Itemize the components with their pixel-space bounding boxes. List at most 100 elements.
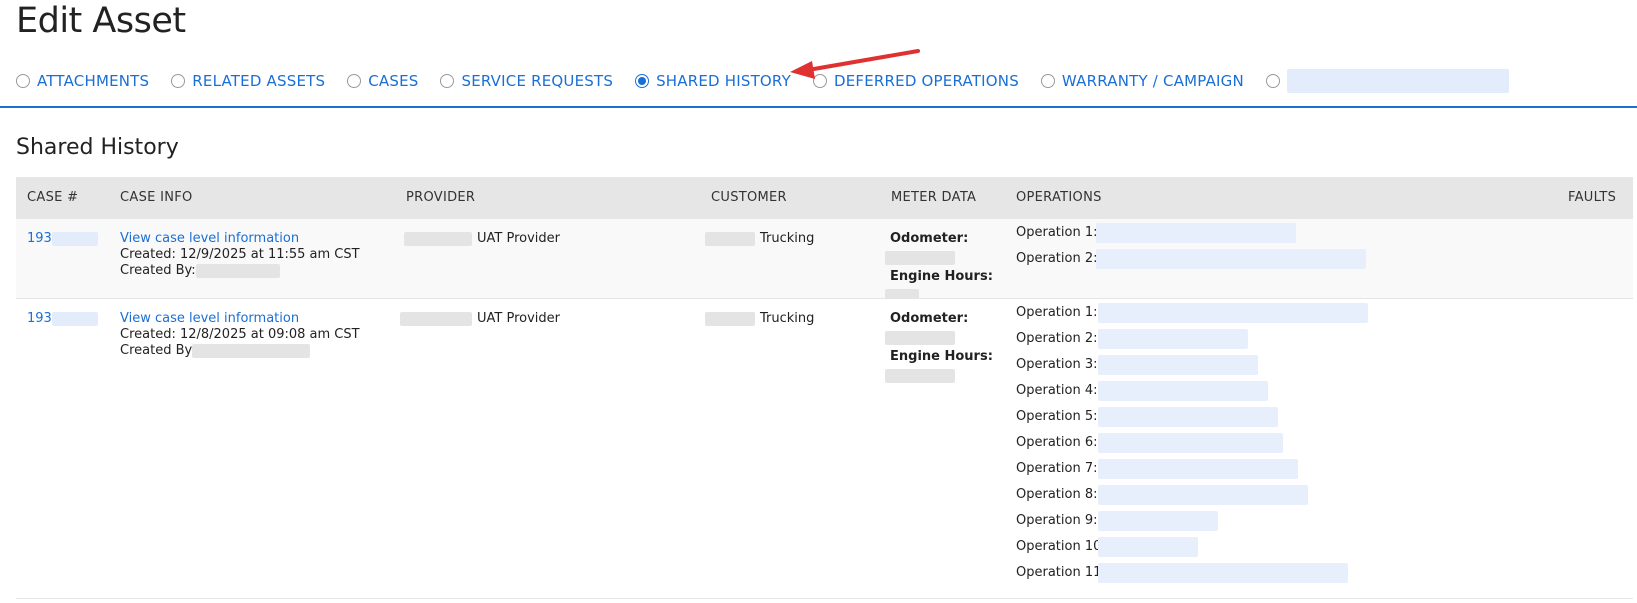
provider-name: UAT Provider bbox=[477, 311, 560, 326]
tab-label: RELATED ASSETS bbox=[192, 72, 326, 90]
radio-icon[interactable] bbox=[171, 74, 186, 88]
redacted-operation bbox=[1098, 433, 1283, 453]
meter-data: Odometer: Engine Hours: bbox=[885, 231, 993, 302]
column-header-case-info: CASE INFO bbox=[120, 190, 193, 205]
redacted-operation bbox=[1098, 485, 1308, 505]
column-header-case: CASE # bbox=[27, 190, 79, 205]
redacted-operation bbox=[1098, 381, 1268, 401]
redacted-operation bbox=[1098, 303, 1368, 323]
table-row: 193 View case level information Created:… bbox=[16, 219, 1633, 302]
radio-icon[interactable] bbox=[812, 74, 827, 88]
table-row: 193 View case level information Created:… bbox=[16, 299, 1633, 599]
operation-label: Operation 6: bbox=[1016, 435, 1098, 450]
case-info: View case level information Created: 12/… bbox=[120, 231, 360, 279]
redacted-operation bbox=[1096, 223, 1296, 243]
odometer-label: Odometer: bbox=[890, 231, 969, 246]
tab-service-requests[interactable]: SERVICE REQUESTS bbox=[440, 72, 613, 90]
operation-item: Operation 7: bbox=[1016, 459, 1097, 479]
table-header: CASE # CASE INFO PROVIDER CUSTOMER METER… bbox=[16, 177, 1633, 219]
redacted-created-by bbox=[192, 343, 311, 358]
redacted-engine-hours bbox=[885, 369, 955, 383]
tab-redacted[interactable] bbox=[1265, 69, 1509, 93]
engine-hours-label: Engine Hours: bbox=[890, 349, 993, 364]
shared-history-table: CASE # CASE INFO PROVIDER CUSTOMER METER… bbox=[16, 177, 1633, 599]
provider: UAT Provider bbox=[404, 231, 560, 247]
column-header-provider: PROVIDER bbox=[406, 190, 476, 205]
tab-label: CASES bbox=[368, 72, 419, 90]
tab-deferred-operations[interactable]: DEFERRED OPERATIONS bbox=[812, 72, 1019, 90]
annotation-arrow-icon bbox=[790, 49, 920, 79]
redacted-operation bbox=[1098, 563, 1348, 583]
operation-label: Operation 7: bbox=[1016, 461, 1098, 476]
operations-list: Operation 1: Operation 2: Operation 3: O… bbox=[1016, 303, 1416, 593]
redacted-operation bbox=[1098, 537, 1198, 557]
redacted-operation bbox=[1098, 511, 1218, 531]
operation-label: Operation 1: bbox=[1016, 305, 1098, 320]
tab-label: WARRANTY / CAMPAIGN bbox=[1061, 72, 1244, 90]
operation-label: Operation 11: bbox=[1016, 565, 1106, 580]
radio-icon[interactable] bbox=[347, 74, 362, 88]
created-text: Created: 12/8/2025 at 09:08 am CST bbox=[120, 327, 360, 342]
case-info: View case level information Created: 12/… bbox=[120, 311, 360, 359]
operations-list: Operation 1: Operation 2: bbox=[1016, 223, 1416, 283]
column-header-meter-data: METER DATA bbox=[891, 190, 977, 205]
odometer-label: Odometer: bbox=[890, 311, 969, 326]
operation-item: Operation 2: bbox=[1016, 329, 1097, 349]
radio-selected-icon[interactable] bbox=[635, 74, 650, 88]
operation-label: Operation 9: bbox=[1016, 513, 1098, 528]
engine-hours-label: Engine Hours: bbox=[890, 269, 993, 284]
redacted-operation bbox=[1098, 459, 1298, 479]
redacted-operation bbox=[1098, 329, 1248, 349]
created-text: Created: 12/9/2025 at 11:55 am CST bbox=[120, 247, 360, 262]
view-case-info-link[interactable]: View case level information bbox=[120, 311, 360, 327]
operation-label: Operation 10 bbox=[1016, 539, 1102, 554]
redacted-created-by bbox=[195, 263, 280, 278]
redacted-provider bbox=[400, 311, 472, 326]
radio-icon[interactable] bbox=[1265, 74, 1280, 88]
tab-bar: ATTACHMENTS RELATED ASSETS CASES SERVICE… bbox=[16, 68, 1531, 94]
section-title: Shared History bbox=[16, 135, 179, 160]
tab-cases[interactable]: CASES bbox=[347, 72, 418, 90]
redacted-provider bbox=[404, 231, 472, 246]
redacted-operation bbox=[1096, 249, 1366, 269]
case-number-link[interactable]: 193 bbox=[27, 231, 52, 246]
operation-label: Operation 2: bbox=[1016, 331, 1098, 346]
tab-label: SERVICE REQUESTS bbox=[461, 72, 614, 90]
provider-name: UAT Provider bbox=[477, 231, 560, 246]
tab-label: ATTACHMENTS bbox=[37, 72, 150, 90]
redacted-case-number bbox=[51, 311, 98, 326]
tab-divider bbox=[0, 106, 1637, 108]
customer: Trucking bbox=[705, 311, 814, 327]
case-number[interactable]: 193 bbox=[27, 311, 98, 327]
radio-icon[interactable] bbox=[1040, 74, 1055, 88]
operation-item: Operation 10 bbox=[1016, 537, 1101, 557]
tab-shared-history[interactable]: SHARED HISTORY bbox=[635, 72, 791, 90]
operation-item: Operation 2: bbox=[1016, 249, 1097, 269]
column-header-operations: OPERATIONS bbox=[1016, 190, 1102, 205]
tab-attachments[interactable]: ATTACHMENTS bbox=[16, 72, 149, 90]
case-number-link[interactable]: 193 bbox=[27, 311, 52, 326]
operation-label: Operation 8: bbox=[1016, 487, 1098, 502]
operation-item: Operation 4: bbox=[1016, 381, 1097, 401]
tab-related-assets[interactable]: RELATED ASSETS bbox=[171, 72, 325, 90]
operation-label: Operation 3: bbox=[1016, 357, 1098, 372]
radio-icon[interactable] bbox=[440, 74, 455, 88]
tab-warranty-campaign[interactable]: WARRANTY / CAMPAIGN bbox=[1040, 72, 1244, 90]
provider: UAT Provider bbox=[400, 311, 560, 327]
radio-icon[interactable] bbox=[16, 74, 30, 88]
case-number[interactable]: 193 bbox=[27, 231, 98, 247]
redacted-tab-label bbox=[1286, 69, 1509, 93]
view-case-info-link[interactable]: View case level information bbox=[120, 231, 360, 247]
redacted-odometer bbox=[885, 331, 955, 345]
operation-item: Operation 1: bbox=[1016, 303, 1097, 323]
redacted-customer bbox=[705, 311, 755, 326]
operation-item: Operation 9: bbox=[1016, 511, 1097, 531]
redacted-odometer bbox=[885, 251, 955, 265]
operation-item: Operation 6: bbox=[1016, 433, 1097, 453]
operation-item: Operation 8: bbox=[1016, 485, 1097, 505]
tab-label: DEFERRED OPERATIONS bbox=[833, 72, 1019, 90]
column-header-faults: FAULTS bbox=[1568, 190, 1617, 205]
operation-label: Operation 1: bbox=[1016, 225, 1098, 240]
operation-label: Operation 4: bbox=[1016, 383, 1098, 398]
customer-name: Trucking bbox=[760, 311, 815, 326]
